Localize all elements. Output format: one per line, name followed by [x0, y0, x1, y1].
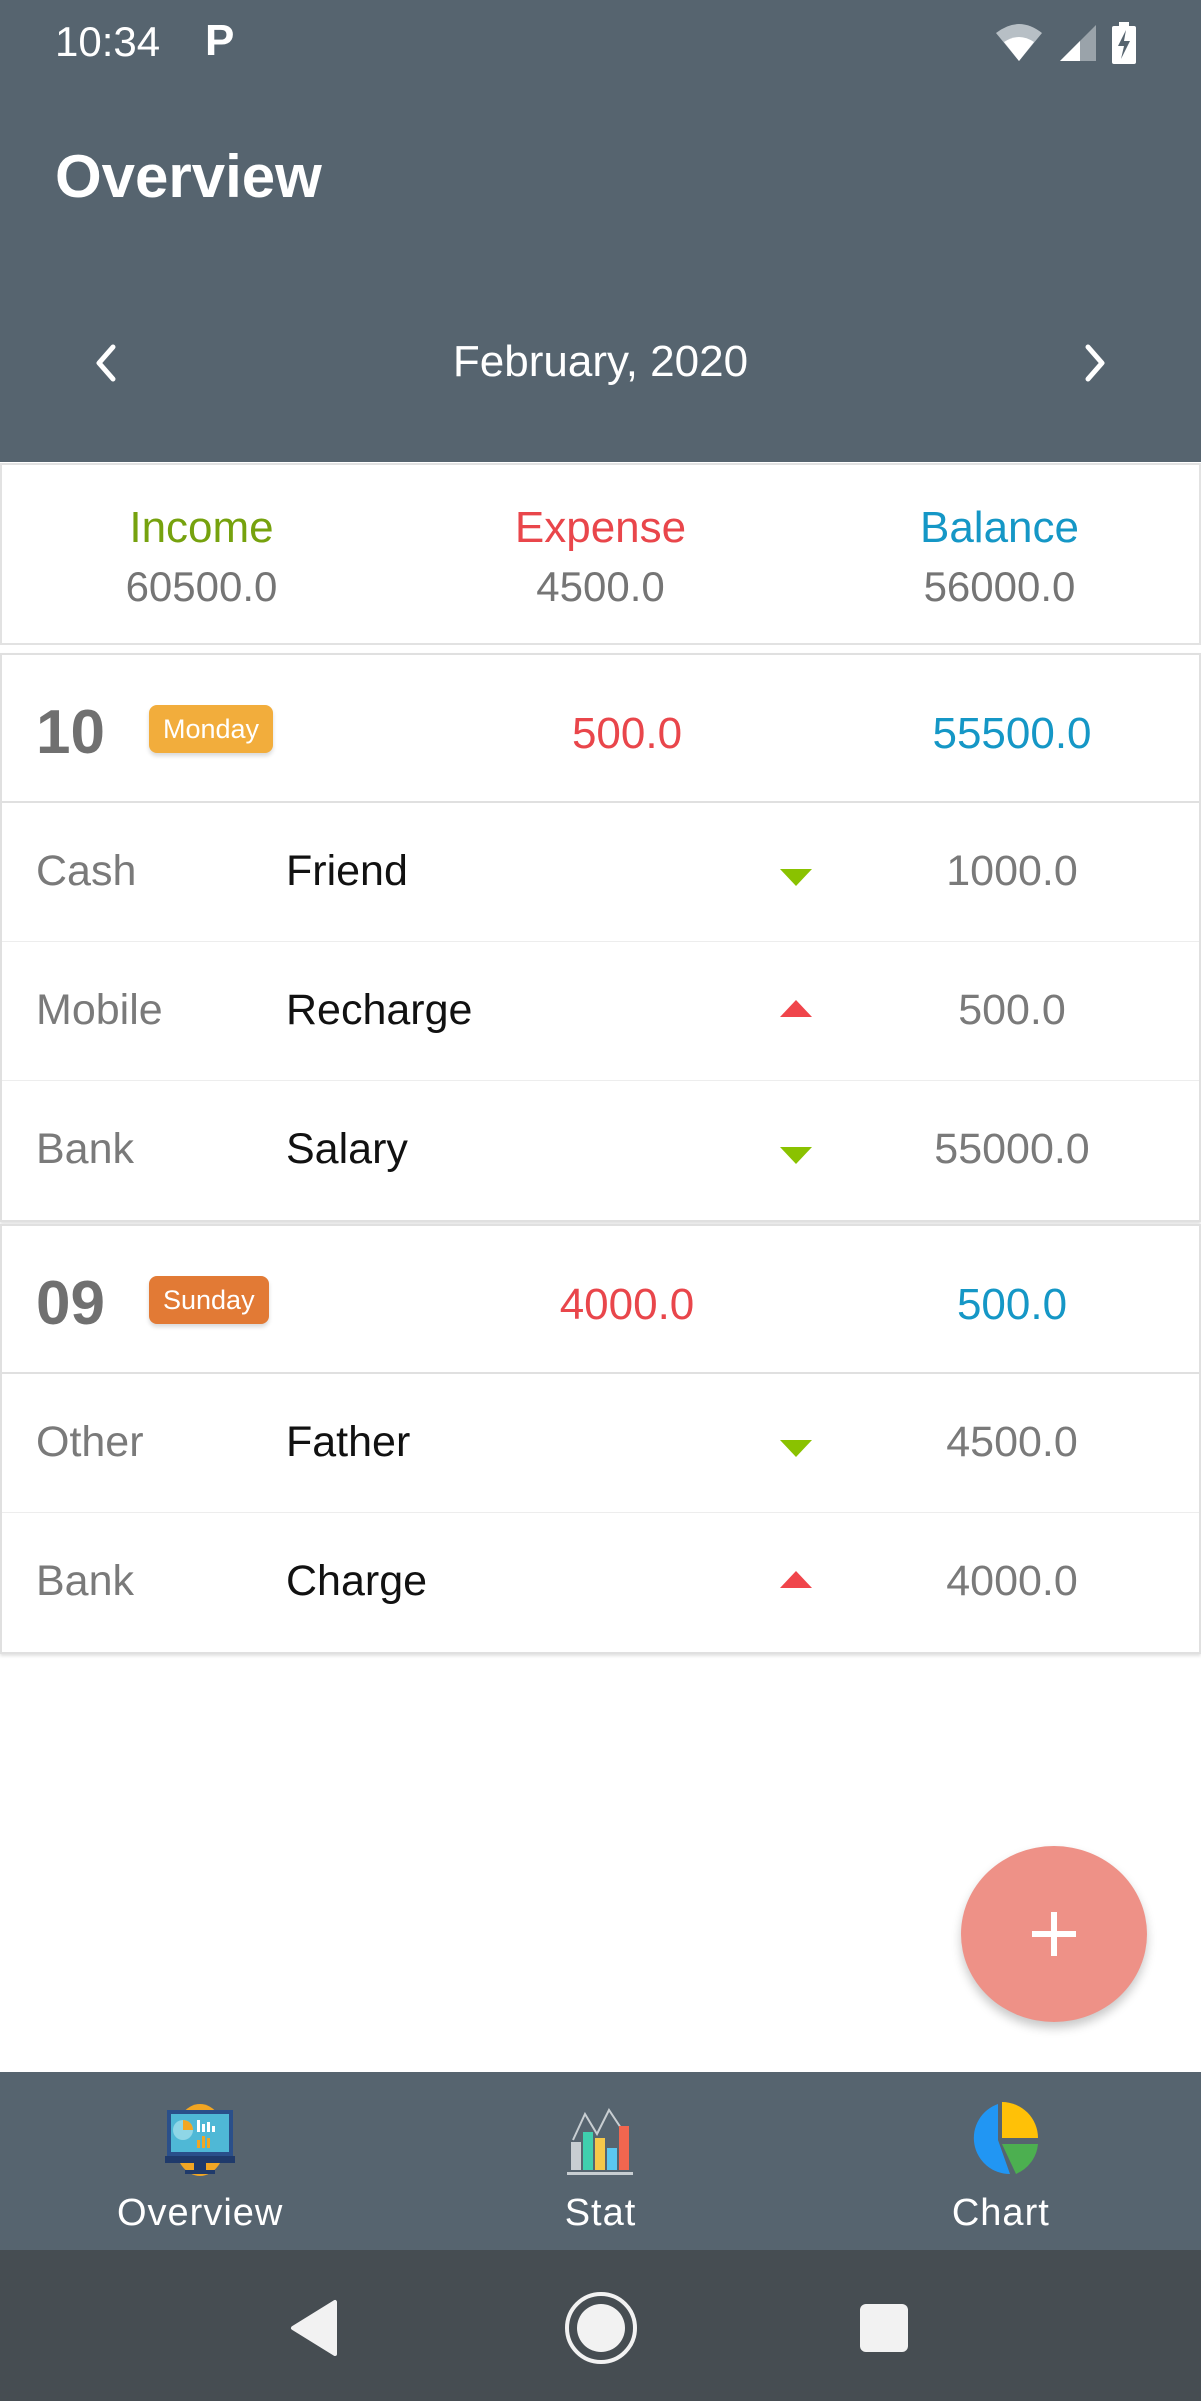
home-icon	[565, 2292, 637, 2364]
transaction-category: Father	[286, 1418, 411, 1466]
income-arrow-icon	[780, 869, 812, 886]
summary-expense: Expense 4500.0	[401, 465, 800, 643]
transaction-account: Cash	[36, 847, 137, 895]
month-selector: February, 2020	[0, 325, 1201, 405]
transaction-amount: 1000.0	[946, 847, 1078, 895]
transaction-category: Salary	[286, 1125, 408, 1173]
transaction-category: Friend	[286, 847, 408, 895]
expense-arrow-icon	[780, 1571, 812, 1588]
day-balance: 55500.0	[932, 709, 1092, 758]
summary-balance: Balance 56000.0	[800, 465, 1199, 643]
transaction-row[interactable]: Mobile Recharge 500.0	[2, 942, 1199, 1081]
transaction-row[interactable]: Bank Salary 55000.0	[2, 1081, 1199, 1220]
day-card: 09 Sunday 4000.0 500.0 Other Father 4500…	[0, 1224, 1201, 1654]
day-header[interactable]: 09 Sunday 4000.0 500.0	[2, 1226, 1199, 1374]
weekday-badge: Sunday	[149, 1276, 269, 1324]
expense-label: Expense	[514, 503, 687, 552]
cell-signal-icon	[1060, 25, 1096, 61]
income-arrow-icon	[780, 1440, 812, 1457]
app-bar: 10:34 P Overview February, 2020	[0, 0, 1201, 462]
transaction-category: Recharge	[286, 986, 473, 1034]
day-number: 09	[36, 1269, 105, 1338]
transaction-account: Bank	[36, 1125, 135, 1173]
income-arrow-icon	[780, 1147, 812, 1164]
chevron-right-icon	[1085, 344, 1105, 382]
transaction-row[interactable]: Bank Charge 4000.0	[2, 1513, 1199, 1652]
page-title: Overview	[55, 143, 322, 210]
transaction-amount: 55000.0	[934, 1125, 1090, 1173]
day-expense: 4000.0	[559, 1280, 695, 1329]
day-number: 10	[36, 698, 105, 767]
bottom-navigation: Overview Stat Chart	[0, 2072, 1201, 2250]
tab-stat[interactable]: Stat	[400, 2072, 800, 2250]
status-icons	[994, 22, 1136, 64]
tab-stat-label: Stat	[564, 2192, 637, 2234]
weekday-badge: Monday	[149, 705, 274, 753]
transaction-account: Bank	[36, 1557, 135, 1605]
balance-value: 56000.0	[923, 563, 1076, 610]
tab-overview-label: Overview	[116, 2192, 284, 2234]
transaction-amount: 500.0	[958, 986, 1066, 1034]
tab-overview[interactable]: Overview	[0, 2072, 400, 2250]
status-bar: 10:34 P	[0, 0, 1201, 90]
monitor-dashboard-icon	[165, 2104, 236, 2176]
parking-p-icon: P	[205, 16, 235, 65]
income-value: 60500.0	[125, 563, 278, 610]
wifi-icon	[996, 24, 1042, 61]
summary-income: Income 60500.0	[2, 465, 401, 643]
day-expense: 500.0	[571, 709, 683, 758]
transaction-row[interactable]: Other Father 4500.0	[2, 1374, 1199, 1513]
transaction-amount: 4000.0	[946, 1557, 1078, 1605]
back-icon	[291, 2300, 337, 2356]
system-recents-button[interactable]	[844, 2288, 924, 2368]
battery-charging-icon	[1112, 22, 1136, 64]
tab-chart-label: Chart	[951, 2192, 1050, 2234]
pie-chart-icon	[973, 2102, 1038, 2175]
month-label: February, 2020	[452, 337, 749, 386]
transaction-row[interactable]: Cash Friend 1000.0	[2, 803, 1199, 942]
transaction-account: Other	[36, 1418, 144, 1466]
system-navigation-bar	[0, 2250, 1201, 2401]
system-home-button[interactable]	[561, 2288, 641, 2368]
bar-chart-icon	[567, 2108, 634, 2175]
transaction-category: Charge	[286, 1557, 428, 1605]
tab-chart[interactable]: Chart	[801, 2072, 1201, 2250]
plus-icon	[1032, 1912, 1076, 1956]
next-month-button[interactable]	[1065, 333, 1125, 393]
transaction-amount: 4500.0	[946, 1418, 1078, 1466]
balance-label: Balance	[919, 503, 1079, 552]
status-time: 10:34	[55, 18, 161, 65]
system-back-button[interactable]	[275, 2288, 355, 2368]
day-card: 10 Monday 500.0 55500.0 Cash Friend 1000…	[0, 653, 1201, 1222]
recents-icon	[860, 2304, 908, 2352]
day-header[interactable]: 10 Monday 500.0 55500.0	[2, 655, 1199, 803]
add-transaction-button[interactable]	[961, 1846, 1147, 2022]
day-balance: 500.0	[956, 1280, 1068, 1329]
expense-value: 4500.0	[536, 563, 665, 610]
income-label: Income	[129, 503, 274, 552]
expense-arrow-icon	[780, 1000, 812, 1017]
monthly-summary: Income 60500.0 Expense 4500.0 Balance 56…	[0, 463, 1201, 645]
transaction-account: Mobile	[36, 986, 163, 1034]
